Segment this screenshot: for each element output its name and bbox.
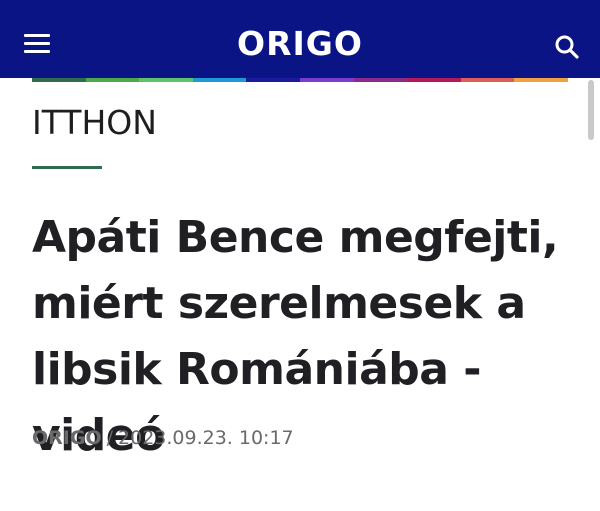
stripe-segment (246, 78, 300, 82)
site-header: ORIGO (0, 0, 600, 78)
stripe-segment (85, 78, 140, 82)
article-date: 2023.09.23. 10:17 (118, 427, 294, 449)
category-underline (32, 166, 102, 169)
stripe-segment (299, 78, 354, 82)
scrollbar[interactable] (588, 80, 594, 140)
stripe-segment (514, 78, 568, 82)
stripe-segment (192, 78, 247, 82)
site-logo[interactable]: ORIGO (0, 22, 600, 66)
stripe-segment (139, 78, 193, 82)
article-source[interactable]: ORIGO (32, 427, 102, 449)
stripe-segment (460, 78, 515, 82)
search-icon[interactable] (553, 33, 581, 61)
category-link[interactable]: ITTHON (32, 101, 157, 145)
meta-separator: / (106, 427, 114, 449)
stripe-segment (353, 78, 408, 82)
color-stripe (32, 78, 568, 82)
article-meta: ORIGO/2023.09.23. 10:17 (32, 424, 294, 452)
stripe-segment (407, 78, 461, 82)
stripe-segment (32, 78, 86, 82)
